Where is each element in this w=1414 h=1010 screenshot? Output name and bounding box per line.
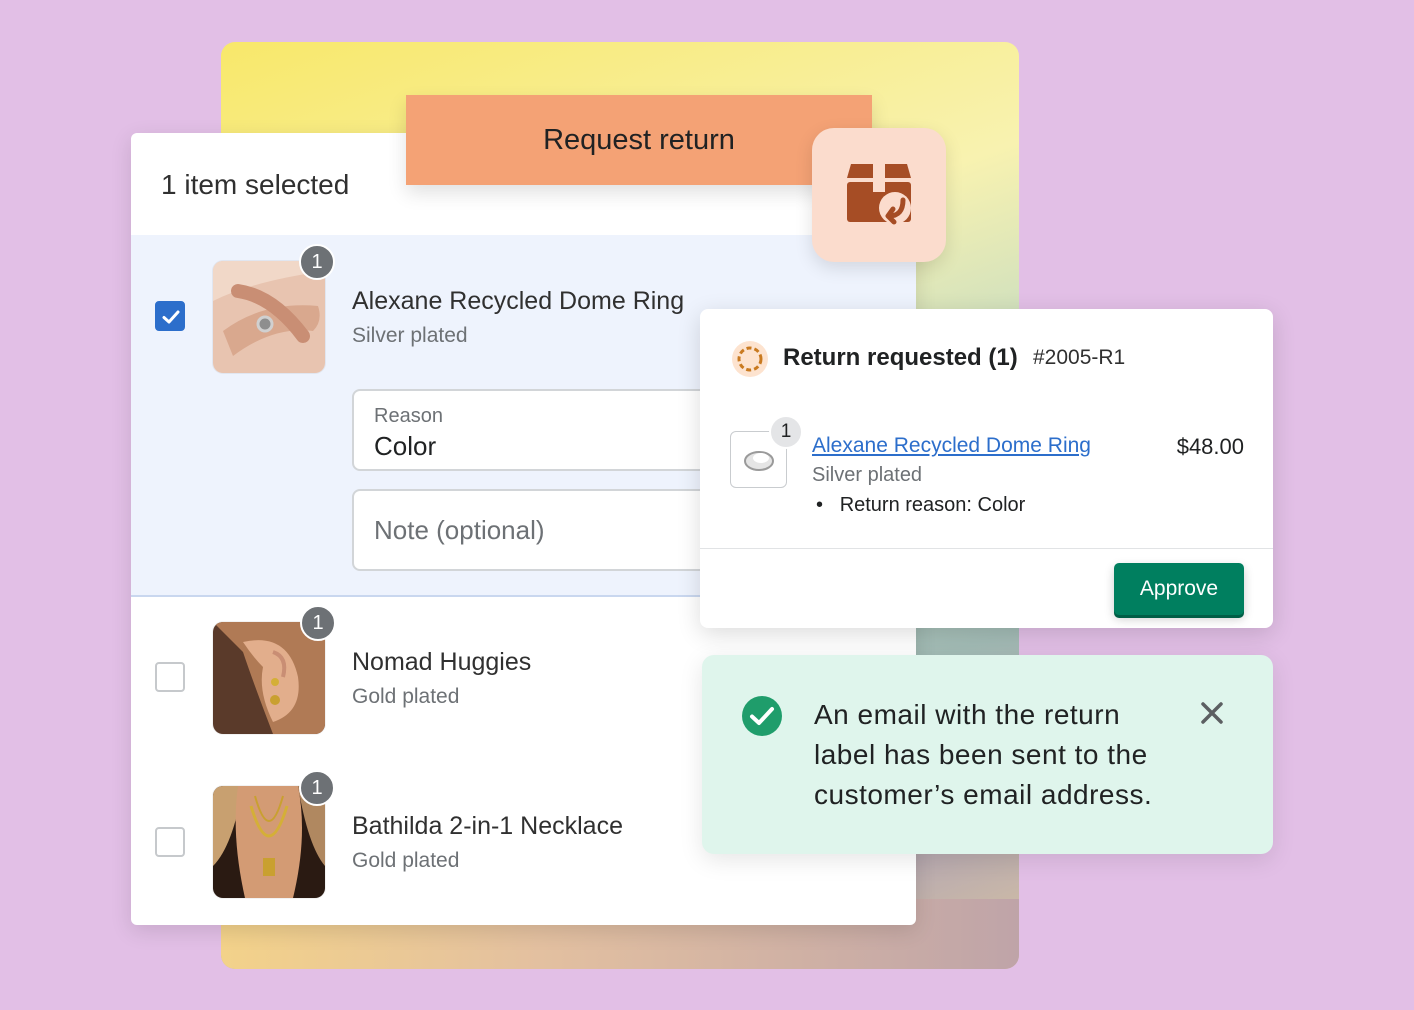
note-placeholder: Note (optional) [374, 515, 545, 545]
item-checkbox-huggies[interactable] [155, 662, 185, 692]
return-number: #2005-R1 [1033, 346, 1126, 369]
divider [700, 548, 1273, 549]
return-title: Return requested (1) [783, 344, 1018, 371]
item-variant: Silver plated [352, 324, 468, 347]
price: $48.00 [1176, 434, 1244, 459]
quantity-badge: 1 [299, 770, 335, 806]
reason-label: Reason [374, 405, 443, 427]
selected-count: 1 item selected [161, 169, 350, 200]
item-variant: Gold plated [352, 849, 460, 872]
item-name: Alexane Recycled Dome Ring [352, 287, 685, 315]
success-toast: An email with the return label has been … [702, 655, 1273, 854]
toast-message: An email with the return label has been … [814, 699, 1153, 810]
close-icon[interactable] [1200, 701, 1224, 725]
product-variant: Silver plated [812, 464, 923, 486]
in-progress-status-icon [732, 341, 768, 377]
item-checkbox-necklace[interactable] [155, 827, 185, 857]
item-checkbox-ring[interactable] [155, 301, 185, 331]
item-name: Bathilda 2-in-1 Necklace [352, 812, 623, 840]
quantity-badge: 1 [769, 415, 803, 449]
request-return-button[interactable]: Request return [406, 95, 872, 185]
item-variant: Gold plated [352, 685, 460, 708]
return-reason-text: Return reason: Color [839, 494, 1026, 516]
quantity-badge: 1 [299, 244, 335, 280]
product-link[interactable]: Alexane Recycled Dome Ring [812, 434, 1091, 458]
reason-value: Color [374, 431, 437, 461]
bullet: • [816, 494, 824, 516]
approve-button[interactable]: Approve [1114, 563, 1244, 615]
quantity-badge: 1 [300, 605, 336, 641]
success-check-icon [742, 696, 782, 736]
return-reason: • Return reason: Color [816, 494, 1025, 517]
return-requested-card: Return requested (1) #2005-R1 1 Alexane … [700, 309, 1273, 628]
checkmark-icon [162, 310, 180, 324]
earring-thumbnail [213, 622, 325, 734]
package-return-icon [812, 128, 946, 262]
item-name: Nomad Huggies [352, 648, 532, 676]
